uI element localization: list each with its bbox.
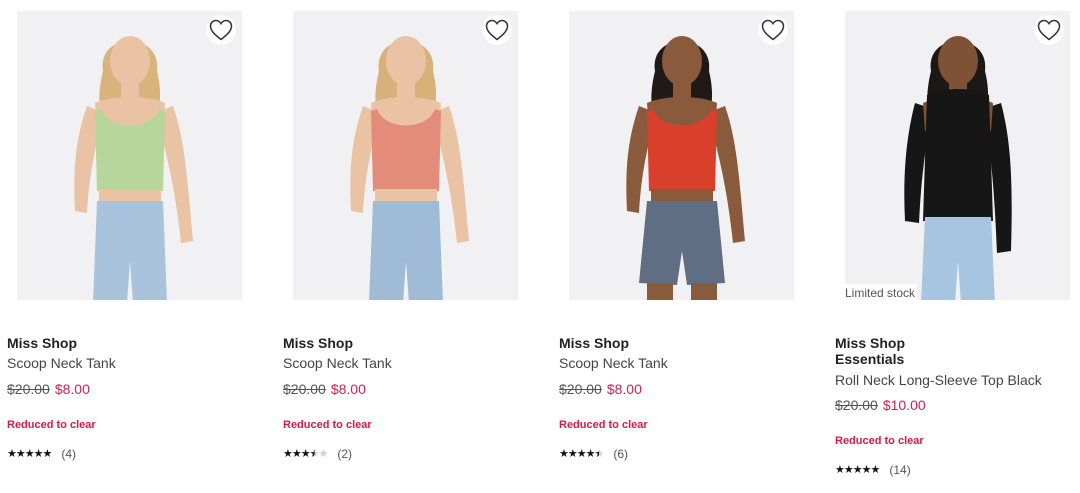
product-card[interactable]: Miss Shop Scoop Neck Tank $20.00 $8.00 Re… (7, 0, 269, 493)
star-rating: ★ ★ ★ ★ ★ (835, 463, 881, 476)
rating[interactable]: ★ ★ ★ ★ ★ (6) (559, 447, 628, 461)
price: $20.00 $8.00 (283, 381, 366, 397)
product-brand[interactable]: Miss Shop Essentials (835, 335, 925, 367)
sale-price: $8.00 (606, 381, 642, 397)
midriff-shape (99, 189, 161, 203)
star-icon: ★ (7, 447, 17, 460)
star-icon: ★ (594, 447, 605, 460)
product-image[interactable] (569, 11, 794, 300)
star-rating: ★ ★ ★ ★ ★ (283, 447, 329, 460)
midriff-shape (651, 189, 713, 203)
product-card[interactable]: Limited stock Miss Shop Essentials Roll … (835, 0, 1080, 493)
star-icon: ★ (309, 447, 320, 460)
heart-outline-icon (1037, 19, 1061, 41)
price: $20.00 $8.00 (7, 381, 90, 397)
review-count: (6) (613, 447, 629, 461)
star-icon: ★ (283, 447, 293, 460)
wishlist-button[interactable] (482, 15, 512, 45)
original-price: $20.00 (835, 397, 878, 413)
model-photo (350, 36, 469, 300)
product-title[interactable]: Scoop Neck Tank (559, 355, 668, 371)
wishlist-button[interactable] (758, 15, 788, 45)
model-photo (626, 36, 745, 300)
model-photo (904, 36, 1012, 300)
product-brand[interactable]: Miss Shop (283, 335, 533, 351)
star-icon: ★ (576, 447, 587, 460)
star-icon: ★ (861, 463, 872, 476)
star-icon: ★ (870, 463, 881, 476)
product-card[interactable]: Miss Shop Scoop Neck Tank $20.00 $8.00 Re… (283, 0, 545, 493)
face-shape (662, 36, 702, 86)
rating[interactable]: ★ ★ ★ ★ ★ (2) (283, 447, 352, 461)
star-icon: ★ (24, 447, 35, 460)
original-price: $20.00 (283, 381, 326, 397)
star-icon: ★ (843, 463, 854, 476)
star-icon: ★ (567, 447, 578, 460)
price: $20.00 $8.00 (559, 381, 642, 397)
star-icon: ★ (300, 447, 311, 460)
leg-shape (691, 283, 717, 300)
product-image[interactable] (293, 11, 518, 300)
product-card[interactable]: Miss Shop Scoop Neck Tank $20.00 $8.00 Re… (559, 0, 821, 493)
wishlist-button[interactable] (206, 15, 236, 45)
face-shape (938, 36, 978, 86)
jeans-shape (93, 201, 167, 300)
face-shape (386, 36, 426, 86)
promo-label: Reduced to clear (7, 419, 96, 431)
product-title[interactable]: Scoop Neck Tank (283, 355, 392, 371)
sale-price: $8.00 (54, 381, 90, 397)
heart-outline-icon (209, 19, 233, 41)
heart-outline-icon (761, 19, 785, 41)
sale-price: $10.00 (882, 397, 926, 413)
original-price: $20.00 (559, 381, 602, 397)
midriff-shape (375, 189, 437, 203)
leg-shape (647, 283, 673, 300)
sale-price: $8.00 (330, 381, 366, 397)
top-shape (923, 89, 993, 221)
product-image[interactable] (17, 11, 242, 300)
jeans-shape (921, 217, 995, 300)
model-photo (74, 36, 193, 300)
star-icon: ★ (852, 463, 863, 476)
jeans-shape (369, 201, 443, 300)
product-title[interactable]: Scoop Neck Tank (7, 355, 116, 371)
star-icon: ★ (318, 447, 329, 460)
heart-outline-icon (485, 19, 509, 41)
star-icon: ★ (33, 447, 44, 460)
star-icon: ★ (559, 447, 569, 460)
original-price: $20.00 (7, 381, 50, 397)
product-brand[interactable]: Miss Shop (559, 335, 809, 351)
review-count: (4) (61, 447, 77, 461)
product-title[interactable]: Roll Neck Long-Sleeve Top Black (835, 372, 1042, 388)
star-icon: ★ (585, 447, 596, 460)
promo-label: Reduced to clear (835, 435, 924, 447)
stock-badge: Limited stock (845, 284, 918, 300)
product-image[interactable]: Limited stock (845, 11, 1070, 300)
review-count: (2) (337, 447, 353, 461)
promo-label: Reduced to clear (283, 419, 372, 431)
price: $20.00 $10.00 (835, 397, 926, 413)
product-brand[interactable]: Miss Shop (7, 335, 257, 351)
wishlist-button[interactable] (1034, 15, 1064, 45)
shorts-shape (639, 201, 725, 285)
star-rating: ★ ★ ★ ★ ★ (7, 447, 53, 460)
star-rating: ★ ★ ★ ★ ★ (559, 447, 605, 460)
rating[interactable]: ★ ★ ★ ★ ★ (4) (7, 447, 76, 461)
face-shape (110, 36, 150, 86)
promo-label: Reduced to clear (559, 419, 648, 431)
star-icon: ★ (835, 463, 845, 476)
star-icon: ★ (42, 447, 53, 460)
star-icon: ★ (15, 447, 26, 460)
star-icon: ★ (291, 447, 302, 460)
review-count: (14) (889, 463, 911, 477)
product-grid: Miss Shop Scoop Neck Tank $20.00 $8.00 Re… (0, 0, 1080, 493)
rating[interactable]: ★ ★ ★ ★ ★ (14) (835, 463, 911, 477)
